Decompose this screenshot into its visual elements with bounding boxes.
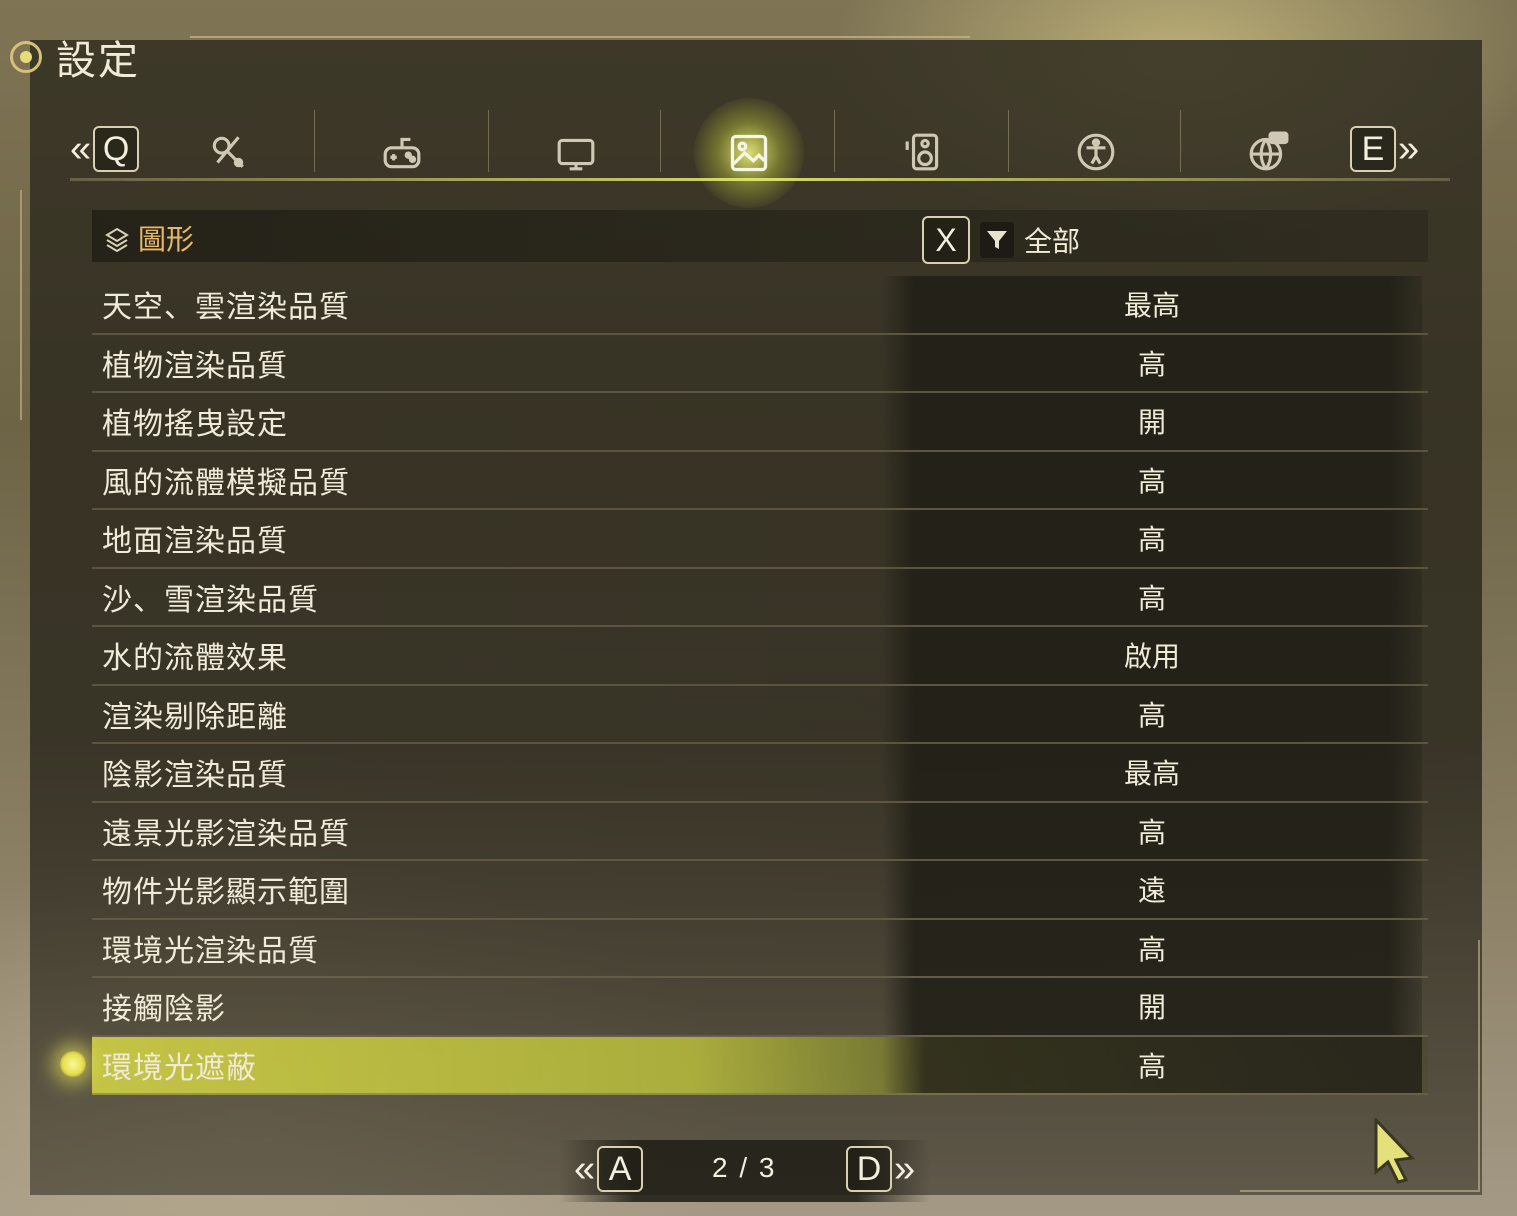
setting-row[interactable]: 植物搖曳設定 開 [92,393,1428,452]
setting-name: 植物渲染品質 [102,348,288,384]
tab-controls[interactable] [378,128,426,176]
setting-row[interactable]: 遠景光影渲染品質 高 [92,802,1428,861]
globe-chat-icon [1249,131,1289,171]
setting-row[interactable]: 地面渲染品質 高 [92,510,1428,569]
frame-right-line [1478,940,1480,1190]
setting-name: 植物搖曳設定 [102,407,288,443]
setting-value[interactable]: 高 [882,451,1422,508]
setting-name: 沙、雪渲染品質 [102,582,319,618]
header: 設定 [10,28,140,86]
setting-name: 風的流體模擬品質 [102,465,350,501]
filter-label: 全部 [1024,225,1081,258]
setting-name: 環境光渲染品質 [102,933,319,969]
setting-name: 接觸陰影 [102,992,226,1028]
tab-separator [1180,110,1181,172]
tab-separator [660,110,661,172]
setting-value[interactable]: 高 [882,685,1422,742]
setting-row[interactable]: 水的流體效果 啟用 [92,627,1428,686]
setting-value[interactable]: 開 [882,978,1422,1035]
tab-separator [314,110,315,172]
setting-value[interactable]: 高 [882,510,1422,567]
frame-top-line [190,36,970,38]
setting-row[interactable]: 物件光影顯示範圍 遠 [92,861,1428,920]
tab-separator [1008,110,1009,172]
setting-name: 水的流體效果 [102,641,288,677]
setting-value[interactable]: 高 [882,568,1422,625]
page-indicator: 2 / 3 [712,1152,777,1183]
selection-indicator-icon [60,1050,86,1077]
setting-row[interactable]: 陰影渲染品質 最高 [92,744,1428,803]
setting-row[interactable]: 渲染剔除距離 高 [92,685,1428,744]
tab-accessibility[interactable] [1072,128,1120,176]
chevron-left-icon: « [70,127,92,170]
mouse-cursor-icon [1374,1118,1416,1184]
category-tabs: « Q E » [70,98,1450,208]
setting-name: 環境光遮蔽 [102,1050,257,1086]
tab-next-button[interactable]: E » [1350,126,1419,172]
setting-value[interactable]: 高 [882,334,1422,391]
setting-value[interactable]: 啟用 [882,627,1422,684]
tv-icon [557,138,595,171]
key-q: Q [93,126,140,172]
image-icon [730,134,768,172]
key-e: E [1350,126,1396,172]
settings-list: 天空、雲渲染品質 最高 植物渲染品質高 植物搖曳設定開 風的流體模擬品質高 地面渲… [60,276,1428,1095]
setting-row[interactable]: 植物渲染品質 高 [92,334,1428,393]
tabs-underline [70,178,1450,181]
tab-general[interactable] [204,128,252,176]
setting-row-selected[interactable]: 環境光遮蔽 高 [60,1036,1428,1095]
setting-name: 地面渲染品質 [102,524,288,560]
page-title: 設定 [56,38,140,84]
tab-separator [488,110,489,172]
key-a: A [597,1146,644,1192]
key-d: D [846,1146,892,1192]
chevron-left-icon: « [574,1147,596,1190]
wrench-gear-icon [212,136,244,168]
section-header: 圖形 X 全部 [92,210,1428,264]
setting-value[interactable]: 高 [882,1036,1422,1093]
setting-value[interactable]: 最高 [882,276,1422,333]
setting-name: 陰影渲染品質 [102,758,288,794]
gamepad-icon [383,137,421,169]
setting-row[interactable]: 天空、雲渲染品質 最高 [92,276,1428,335]
chevron-right-icon: » [894,1147,916,1190]
speaker-icon [905,133,939,171]
setting-name: 遠景光影渲染品質 [102,816,350,852]
accessibility-icon [1077,133,1115,171]
setting-value[interactable]: 遠 [882,861,1422,918]
page-next-button[interactable]: D » [846,1146,915,1192]
setting-row[interactable]: 接觸陰影 開 [92,978,1428,1037]
tab-display[interactable] [552,128,600,176]
key-x: X [922,216,970,264]
setting-value[interactable]: 最高 [882,744,1422,801]
layers-icon [105,227,129,252]
setting-row[interactable]: 沙、雪渲染品質 高 [92,568,1428,627]
setting-row[interactable]: 環境光渲染品質 高 [92,919,1428,978]
setting-name: 渲染剔除距離 [102,699,288,735]
tab-audio[interactable] [900,128,948,176]
page-prev-button[interactable]: « A [574,1146,644,1192]
setting-value[interactable]: 開 [882,393,1422,450]
frame-left-line [20,190,22,420]
setting-row[interactable]: 風的流體模擬品質 高 [92,451,1428,510]
filter-icon [980,222,1014,258]
chevron-right-icon: » [1398,127,1420,170]
setting-value[interactable]: 高 [882,919,1422,976]
tab-graphics[interactable] [694,98,804,208]
pager: « A 2 / 3 D » [560,1140,930,1202]
frame-bottom-line [1240,1190,1480,1192]
setting-name: 天空、雲渲染品質 [102,290,350,326]
tab-separator [834,110,835,172]
tab-prev-button[interactable]: « Q [70,126,140,172]
setting-name: 物件光影顯示範圍 [102,875,350,911]
setting-value[interactable]: 高 [882,802,1422,859]
tab-network[interactable] [1244,128,1292,176]
settings-emblem-icon [10,41,42,73]
section-title: 圖形 [138,223,195,256]
filter-control[interactable]: X 全部 [922,216,1080,264]
